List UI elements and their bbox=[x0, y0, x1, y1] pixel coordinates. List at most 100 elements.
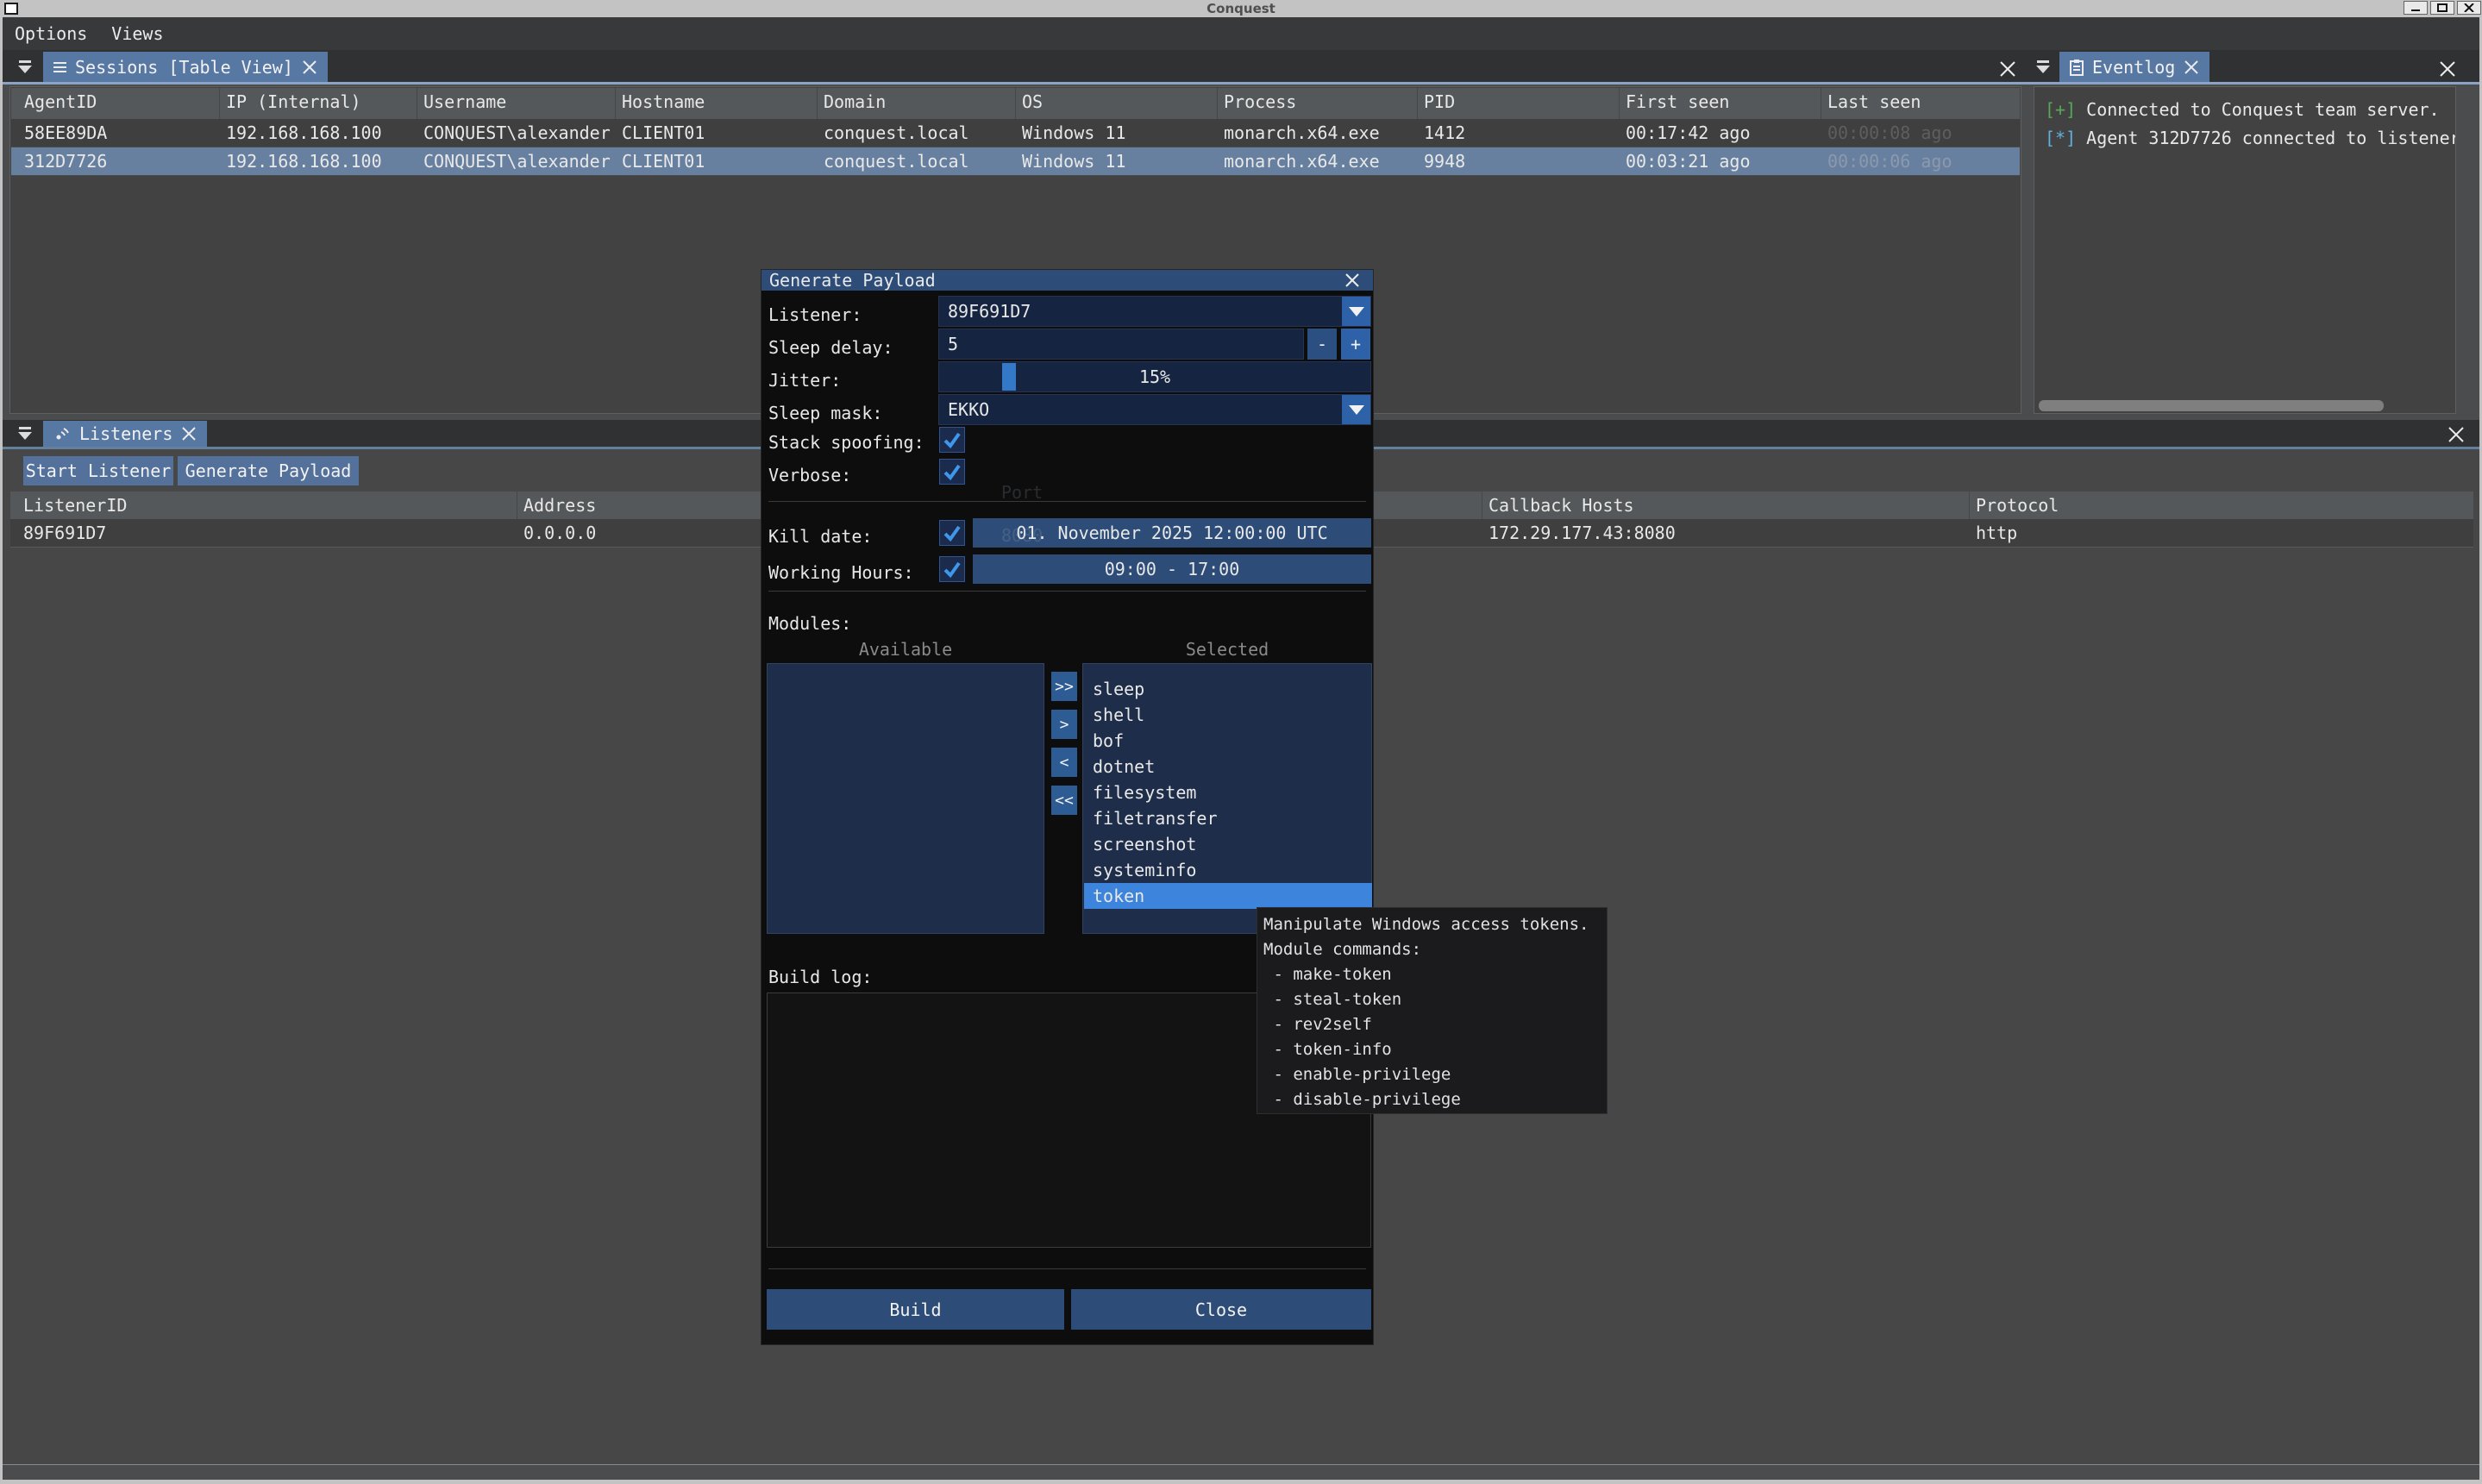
col-os[interactable]: OS bbox=[1022, 91, 1043, 112]
sleep-delay-input[interactable]: 5 bbox=[938, 329, 1304, 360]
minimize-button[interactable] bbox=[2404, 1, 2428, 15]
sessions-dock-button[interactable] bbox=[14, 53, 36, 79]
generate-payload-button[interactable]: Generate Payload bbox=[178, 456, 359, 485]
cell-ip: 192.168.168.100 bbox=[226, 122, 382, 143]
menu-views[interactable]: Views bbox=[99, 17, 175, 50]
tooltip-line: - make-token bbox=[1263, 962, 1607, 987]
build-button[interactable]: Build bbox=[767, 1289, 1064, 1330]
col-callback-hosts[interactable]: Callback Hosts bbox=[1489, 495, 1634, 516]
module-tooltip: Manipulate Windows access tokens. Module… bbox=[1257, 907, 1608, 1114]
selected-modules-list[interactable]: sleep shell bof dotnet filesystem filetr… bbox=[1082, 663, 1372, 934]
session-row-1[interactable]: 58EE89DA 192.168.168.100 CONQUEST\alexan… bbox=[11, 119, 2020, 147]
move-right-button[interactable]: > bbox=[1051, 710, 1077, 739]
move-left-button[interactable]: < bbox=[1051, 748, 1077, 777]
tooltip-line: - disable-privilege bbox=[1263, 1087, 1607, 1112]
close-icon bbox=[2464, 3, 2474, 12]
cell-os: Windows 11 bbox=[1022, 122, 1125, 143]
eventlog-tab-close-icon[interactable] bbox=[2184, 59, 2199, 75]
module-item-sleep[interactable]: sleep bbox=[1084, 676, 1372, 702]
module-item-filetransfer[interactable]: filetransfer bbox=[1084, 805, 1372, 831]
session-row-2-selected[interactable]: 312D7726 192.168.168.100 CONQUEST\alexan… bbox=[11, 147, 2020, 176]
module-item-screenshot[interactable]: screenshot bbox=[1084, 831, 1372, 857]
col-protocol[interactable]: Protocol bbox=[1976, 495, 2059, 516]
listeners-tab-close-icon[interactable] bbox=[181, 426, 197, 441]
clipboard-icon bbox=[2070, 59, 2084, 76]
module-item-token-selected[interactable]: token bbox=[1084, 883, 1372, 909]
jitter-value: 15% bbox=[1139, 366, 1170, 387]
close-window-button[interactable] bbox=[2457, 1, 2481, 15]
tooltip-line: - enable-privilege bbox=[1263, 1062, 1607, 1087]
generate-payload-dialog: Generate Payload Listener: 89F691D7 Slee… bbox=[761, 269, 1374, 1345]
jitter-slider[interactable]: 15% bbox=[938, 361, 1371, 392]
col-last-seen[interactable]: Last seen bbox=[1827, 91, 1921, 112]
sessions-tab-close-icon[interactable] bbox=[302, 59, 317, 75]
start-listener-button[interactable]: Start Listener bbox=[23, 456, 173, 485]
sessions-tab-underline bbox=[3, 82, 2028, 85]
success-prefix: [+] bbox=[2045, 99, 2076, 120]
tooltip-line: - rev2self bbox=[1263, 1012, 1607, 1037]
tab-eventlog[interactable]: Eventlog bbox=[2059, 52, 2209, 83]
module-item-systeminfo[interactable]: systeminfo bbox=[1084, 857, 1372, 883]
kill-date-checkbox[interactable] bbox=[939, 520, 965, 546]
move-all-right-button[interactable]: >> bbox=[1051, 672, 1077, 701]
col-pid[interactable]: PID bbox=[1424, 91, 1455, 112]
tab-sessions[interactable]: Sessions [Table View] bbox=[43, 52, 328, 83]
col-address[interactable]: Address bbox=[523, 495, 596, 516]
dialog-close-icon[interactable] bbox=[1344, 272, 1360, 288]
verbose-label: Verbose: bbox=[768, 465, 851, 485]
col-agentid[interactable]: AgentID bbox=[24, 91, 97, 112]
maximize-button[interactable] bbox=[2430, 1, 2454, 15]
cell-hostname: CLIENT01 bbox=[622, 122, 705, 143]
sessions-table-header[interactable]: AgentID IP (Internal) Username Hostname … bbox=[11, 88, 2020, 119]
cell-last-seen: 00:00:08 ago bbox=[1827, 122, 1952, 143]
listener-select[interactable]: 89F691D7 bbox=[938, 296, 1371, 327]
tab-listeners[interactable]: Listeners bbox=[43, 421, 207, 447]
listeners-panel-close-icon[interactable] bbox=[2448, 426, 2465, 443]
bleed-through-port-value: 8080 bbox=[1001, 525, 1043, 546]
build-log-label: Build log: bbox=[768, 967, 872, 987]
dropdown-button[interactable] bbox=[1342, 297, 1370, 326]
col-hostname[interactable]: Hostname bbox=[622, 91, 705, 112]
stack-spoofing-checkbox[interactable] bbox=[939, 427, 965, 453]
module-item-dotnet[interactable]: dotnet bbox=[1084, 754, 1372, 780]
eventlog-panel: [+] Connected to Conquest team server. [… bbox=[2034, 86, 2456, 414]
col-process[interactable]: Process bbox=[1224, 91, 1296, 112]
slider-handle[interactable] bbox=[1002, 363, 1016, 391]
col-first-seen[interactable]: First seen bbox=[1626, 91, 1729, 112]
available-modules-list[interactable] bbox=[767, 663, 1044, 934]
working-hours-input[interactable]: 09:00 - 17:00 bbox=[973, 554, 1371, 584]
window-menu-icon[interactable] bbox=[4, 3, 18, 15]
dialog-title-bar[interactable]: Generate Payload bbox=[762, 270, 1373, 291]
cell-domain: conquest.local bbox=[824, 151, 969, 172]
eventlog-dock-button[interactable] bbox=[2032, 53, 2054, 79]
tooltip-line: Manipulate Windows access tokens. bbox=[1263, 912, 1607, 937]
decrement-button[interactable]: - bbox=[1307, 329, 1337, 360]
working-hours-checkbox[interactable] bbox=[939, 556, 965, 582]
sleep-delay-label: Sleep delay: bbox=[768, 337, 893, 358]
module-item-shell[interactable]: shell bbox=[1084, 702, 1372, 728]
col-ip[interactable]: IP (Internal) bbox=[226, 91, 361, 112]
dock-icon bbox=[19, 60, 31, 63]
listeners-dock-button[interactable] bbox=[14, 421, 36, 445]
increment-button[interactable]: + bbox=[1341, 329, 1370, 360]
module-item-filesystem[interactable]: filesystem bbox=[1084, 780, 1372, 805]
chevron-down-icon bbox=[1349, 307, 1364, 316]
sessions-panel-close-icon[interactable] bbox=[1999, 60, 2016, 78]
close-button[interactable]: Close bbox=[1071, 1289, 1371, 1330]
horizontal-scrollbar[interactable] bbox=[2039, 400, 2384, 411]
eventlog-panel-close-icon[interactable] bbox=[2439, 60, 2456, 78]
move-all-left-button[interactable]: << bbox=[1051, 786, 1077, 815]
col-listenerid[interactable]: ListenerID bbox=[23, 495, 127, 516]
dropdown-button[interactable] bbox=[1342, 395, 1370, 424]
module-item-bof[interactable]: bof bbox=[1084, 728, 1372, 754]
cell-address: 0.0.0.0 bbox=[523, 523, 596, 543]
col-username[interactable]: Username bbox=[423, 91, 506, 112]
verbose-checkbox[interactable] bbox=[939, 459, 965, 485]
menu-options[interactable]: Options bbox=[3, 17, 99, 50]
window-frame-bottom bbox=[0, 1480, 2482, 1484]
cell-callback-hosts: 172.29.177.43:8080 bbox=[1489, 523, 1676, 543]
col-domain[interactable]: Domain bbox=[824, 91, 886, 112]
sleep-mask-select[interactable]: EKKO bbox=[938, 394, 1371, 425]
working-hours-label: Working Hours: bbox=[768, 562, 914, 583]
sleep-mask-value: EKKO bbox=[939, 399, 989, 420]
